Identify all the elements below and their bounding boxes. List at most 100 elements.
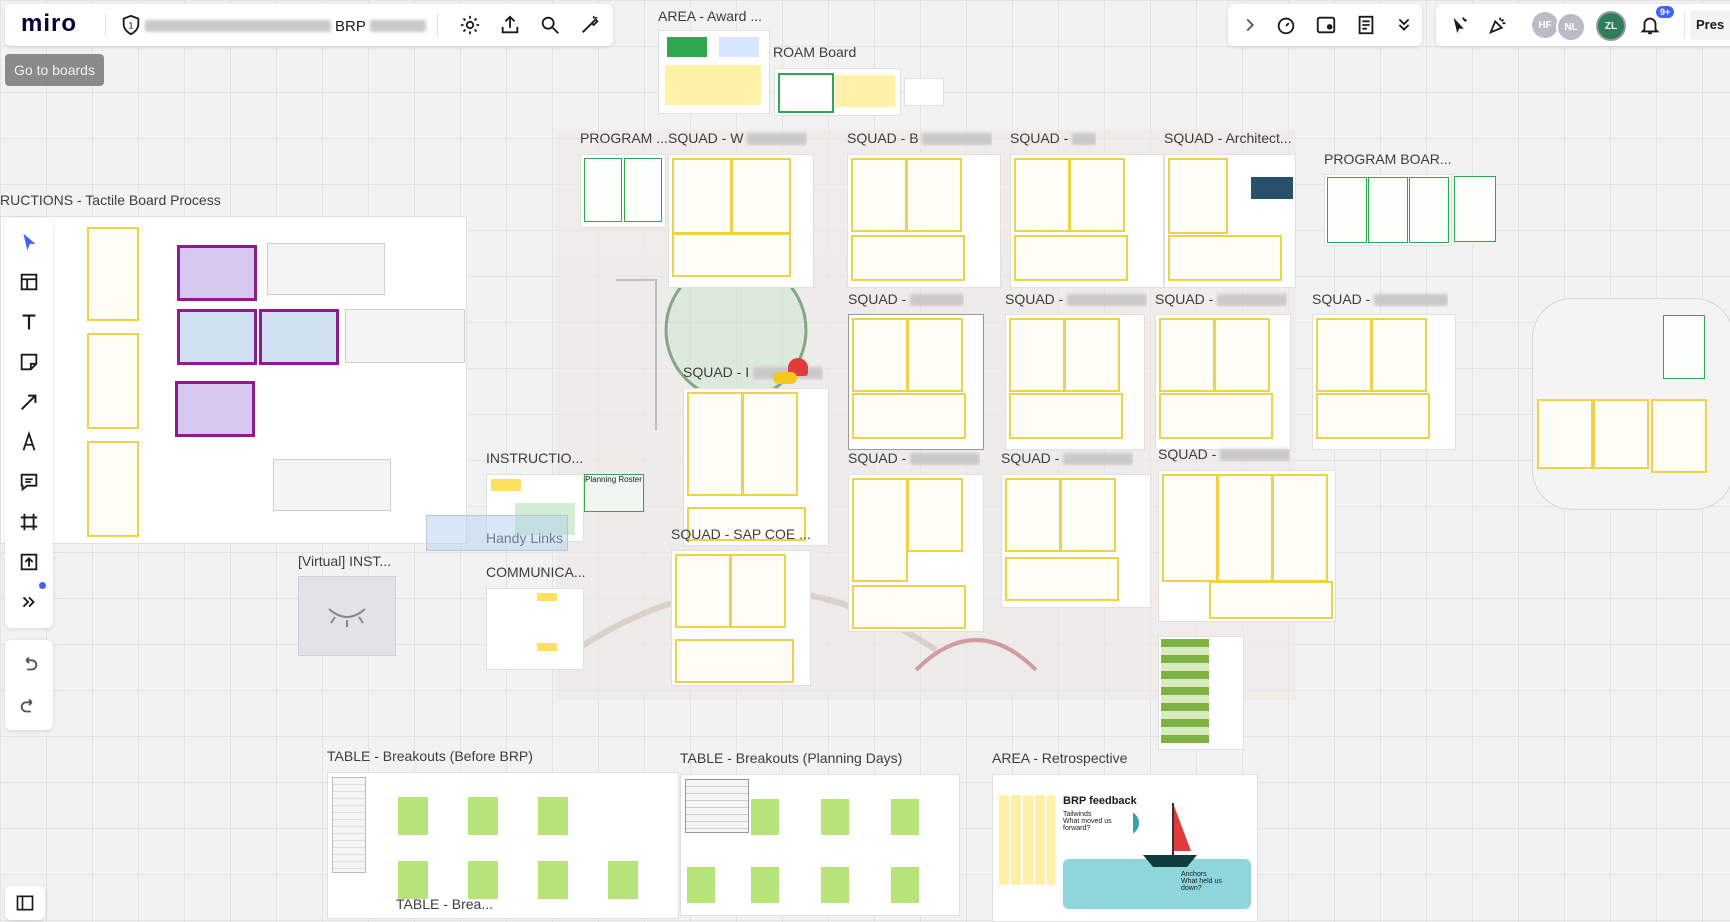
chevron-right-icon[interactable] (1232, 7, 1268, 43)
voting-icon[interactable] (1308, 7, 1344, 43)
text-icon[interactable] (11, 304, 47, 340)
avatar-nl[interactable]: NL (1556, 12, 1586, 42)
frame-roam[interactable] (774, 68, 901, 116)
more-tools-icon[interactable] (11, 584, 47, 620)
comment-icon[interactable] (11, 464, 47, 500)
board-name-text: BRP (335, 17, 366, 35)
frame-squad-r2-3[interactable] (1155, 314, 1291, 450)
frame-program-board[interactable] (1324, 174, 1452, 246)
frame-note-small[interactable] (904, 78, 944, 106)
collaboration-panel: HF NL ZL 9+ Pres (1436, 4, 1730, 46)
frame-communica[interactable] (486, 588, 584, 670)
frame-title-squad-r3-1[interactable]: SQUAD - (848, 450, 981, 466)
frame-spreadsheet[interactable] (1158, 636, 1244, 750)
timer-icon[interactable] (1268, 7, 1304, 43)
frame-squad-r3-2[interactable] (1001, 474, 1151, 608)
frame-title-squad-3[interactable]: SQUAD - (1010, 130, 1097, 146)
arrow-icon[interactable] (11, 384, 47, 420)
retro-tailwinds: Tailwinds What moved us forward? (1063, 811, 1112, 832)
frame-squad-sap[interactable] (671, 550, 811, 686)
frame-squad-r2-4[interactable] (1312, 314, 1456, 450)
frame-squad-arch[interactable] (1164, 154, 1296, 288)
frame-title-squad-w[interactable]: SQUAD - W (668, 130, 808, 146)
undo-icon[interactable] (11, 646, 47, 682)
pen-icon[interactable] (11, 424, 47, 460)
new-tools-dot (39, 582, 46, 589)
frame-icon[interactable] (11, 504, 47, 540)
frame-title-squad-sap[interactable]: SQUAD - SAP COE ... (671, 526, 811, 542)
frame-title-communica[interactable]: COMMUNICA... (486, 564, 586, 580)
left-toolbar (5, 218, 53, 628)
frame-squad-w[interactable] (668, 154, 814, 288)
frame-title-table-planning[interactable]: TABLE - Breakouts (Planning Days) (680, 750, 902, 766)
frame-title-table-before[interactable]: TABLE - Breakouts (Before BRP) (327, 748, 533, 764)
board-name[interactable]: BRP (145, 16, 426, 36)
templates-icon[interactable] (11, 264, 47, 300)
frame-title-squad-r2-3[interactable]: SQUAD - (1155, 291, 1288, 307)
avatar-hf[interactable]: HF (1532, 12, 1558, 38)
frame-squad-b[interactable] (847, 154, 1001, 288)
frame-title-squad-b[interactable]: SQUAD - B (847, 130, 993, 146)
frame-squad-3[interactable] (1010, 154, 1164, 288)
present-button[interactable]: Pres (1690, 10, 1730, 40)
sidebar-toggle-icon (16, 895, 34, 911)
board-panel-toggle[interactable] (5, 886, 45, 920)
frame-instructions-tactile[interactable] (0, 216, 467, 544)
right-group-area[interactable] (1532, 298, 1730, 510)
avatar-zl[interactable]: ZL (1596, 11, 1626, 41)
handy-links-cards[interactable] (426, 515, 568, 551)
notes-icon[interactable] (1348, 7, 1384, 43)
retro-title: BRP feedback (1063, 795, 1137, 807)
frame-title-program-board[interactable]: PROGRAM BOAR... (1324, 151, 1452, 167)
frame-title-award[interactable]: AREA - Award ... (658, 8, 762, 24)
frame-title-virtual-inst[interactable]: [Virtual] INST... (298, 553, 391, 569)
board-name-blur (145, 20, 331, 32)
upload-icon[interactable] (492, 7, 528, 43)
cursor-reaction-icon[interactable] (1442, 7, 1478, 43)
frame-title-instructions-2[interactable]: INSTRUCTIO... (486, 450, 583, 466)
miro-logo[interactable]: miro (21, 10, 77, 38)
toolbar-divider-3 (1684, 12, 1685, 38)
frame-title-table-brea[interactable]: TABLE - Brea... (396, 896, 493, 912)
frame-title-squad-r2-1[interactable]: SQUAD - (848, 291, 965, 307)
frame-title-squad-r2-4[interactable]: SQUAD - (1312, 291, 1449, 307)
frame-title-squad-arch[interactable]: SQUAD - Architect... (1164, 130, 1292, 146)
shield-icon[interactable]: 1 (113, 7, 149, 43)
frame-squad-r3-3[interactable] (1158, 470, 1336, 622)
frame-award[interactable] (658, 30, 770, 114)
frame-title-roam[interactable]: ROAM Board (773, 44, 856, 60)
frame-squad-i[interactable] (683, 388, 829, 546)
toolbar-divider-2 (437, 14, 438, 36)
frame-table-before[interactable] (327, 772, 679, 919)
chevron-double-down-icon[interactable] (1386, 7, 1422, 43)
toolbar-divider (105, 14, 106, 36)
frame-title-retro[interactable]: AREA - Retrospective (992, 750, 1127, 766)
redo-icon[interactable] (11, 688, 47, 724)
frame-title-instructions-tactile[interactable]: RUCTIONS - Tactile Board Process (0, 192, 221, 208)
go-to-boards-tooltip: Go to boards (5, 54, 104, 86)
magic-pen-icon[interactable] (572, 7, 608, 43)
frame-squad-r2-1[interactable] (848, 314, 984, 450)
hidden-eye-icon (328, 608, 366, 627)
frame-table-planning[interactable] (680, 774, 960, 916)
top-left-toolbar: miro 1 BRP (5, 4, 613, 46)
frame-squad-r2-2[interactable] (1005, 314, 1145, 450)
celebrate-icon[interactable] (1480, 7, 1516, 43)
undo-redo-panel (5, 640, 53, 730)
frame-virtual-inst[interactable] (298, 576, 396, 656)
notification-badge: 9+ (1656, 6, 1675, 18)
search-icon[interactable] (532, 7, 568, 43)
program-board-extra[interactable] (1454, 176, 1496, 242)
upload-file-icon[interactable] (11, 544, 47, 580)
frame-title-program-1[interactable]: PROGRAM ... (580, 130, 668, 146)
sticky-note-icon[interactable] (11, 344, 47, 380)
cursor-icon[interactable] (11, 224, 47, 260)
frame-program-1[interactable] (580, 154, 666, 228)
frame-retro[interactable]: BRP feedback Tailwinds What moved us for… (992, 774, 1258, 922)
gear-icon[interactable] (452, 7, 488, 43)
frame-title-squad-r3-2[interactable]: SQUAD - (1001, 450, 1134, 466)
frame-squad-r3-1[interactable] (848, 474, 984, 632)
planning-roster-card[interactable]: Planning Roster (584, 474, 644, 512)
frame-title-squad-r3-3[interactable]: SQUAD - (1158, 446, 1291, 462)
frame-title-squad-r2-2[interactable]: SQUAD - (1005, 291, 1148, 307)
